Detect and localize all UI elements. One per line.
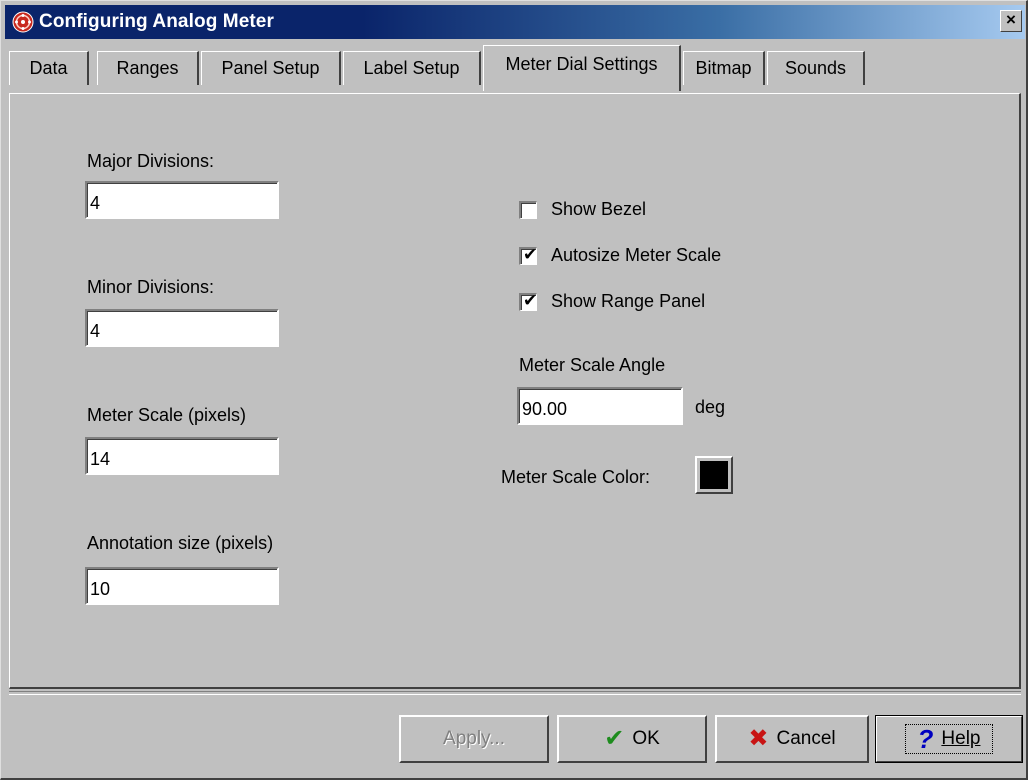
ok-label: OK: [632, 728, 660, 749]
focus-ring: ? Help: [904, 724, 994, 754]
checkbox-box[interactable]: [519, 200, 537, 219]
meter-scale-field[interactable]: [85, 437, 279, 475]
meter-scale-color-swatch[interactable]: [695, 456, 733, 494]
tab-label: Bitmap: [695, 58, 752, 78]
tab-ranges[interactable]: Ranges: [97, 51, 199, 85]
tab-label-setup[interactable]: Label Setup: [343, 51, 481, 85]
autosize-meter-scale-checkbox[interactable]: ✔ Autosize Meter Scale: [519, 245, 721, 266]
tab-label: Label Setup: [363, 58, 460, 78]
annotation-size-field[interactable]: [85, 567, 279, 605]
tab-bitmap[interactable]: Bitmap: [683, 51, 765, 85]
apply-label: Apply...: [443, 728, 505, 749]
checkmark-icon: ✔: [523, 290, 538, 310]
divider: [9, 691, 1021, 695]
tab-panel-setup[interactable]: Panel Setup: [201, 51, 341, 85]
tab-label: Sounds: [784, 58, 847, 78]
annotation-size-label: Annotation size (pixels): [87, 533, 274, 553]
help-label: Help: [941, 728, 981, 749]
tab-meter-dial-settings[interactable]: Meter Dial Settings: [483, 45, 681, 91]
meter-scale-angle-label: Meter Scale Angle: [519, 355, 666, 375]
meter-scale-color-label: Meter Scale Color:: [501, 467, 651, 487]
show-bezel-checkbox[interactable]: Show Bezel: [519, 199, 646, 220]
x-icon: ✖: [748, 725, 769, 752]
close-icon: ×: [1006, 10, 1016, 29]
checkmark-icon: ✔: [604, 725, 625, 752]
color-fill: [700, 461, 728, 489]
apply-button[interactable]: Apply...: [399, 715, 549, 763]
tab-label: Meter Dial Settings: [505, 54, 658, 74]
cancel-button[interactable]: ✖ Cancel: [715, 715, 869, 763]
checkbox-box[interactable]: ✔: [519, 290, 538, 311]
meter-scale-label: Meter Scale (pixels): [87, 405, 247, 425]
ok-button[interactable]: ✔ OK: [557, 715, 707, 763]
autosize-meter-scale-label: Autosize Meter Scale: [551, 245, 722, 265]
angle-unit-label: deg: [695, 397, 726, 417]
tab-label: Panel Setup: [221, 58, 320, 78]
tab-strip: Data Ranges Panel Setup Label Setup Mete…: [9, 45, 1021, 95]
cancel-label: Cancel: [776, 728, 836, 749]
analog-meter-app-icon: [12, 11, 34, 33]
help-button[interactable]: ? Help: [875, 715, 1023, 763]
checkbox-box[interactable]: ✔: [519, 244, 538, 265]
minor-divisions-label: Minor Divisions:: [87, 277, 215, 297]
show-range-panel-label: Show Range Panel: [551, 291, 706, 311]
dialog-window: Configuring Analog Meter × Data Ranges P…: [0, 0, 1028, 780]
question-mark-icon: ?: [917, 724, 934, 754]
meter-scale-angle-field[interactable]: [517, 387, 683, 425]
tab-data[interactable]: Data: [9, 51, 89, 85]
show-bezel-label: Show Bezel: [551, 199, 647, 219]
window-title: Configuring Analog Meter: [39, 11, 274, 32]
tab-label: Data: [29, 58, 68, 78]
close-button[interactable]: ×: [1000, 10, 1022, 32]
show-range-panel-checkbox[interactable]: ✔ Show Range Panel: [519, 291, 705, 312]
tab-sounds[interactable]: Sounds: [767, 51, 865, 85]
checkmark-icon: ✔: [523, 244, 538, 264]
title-bar[interactable]: Configuring Analog Meter ×: [5, 5, 1025, 39]
minor-divisions-field[interactable]: [85, 309, 279, 347]
tab-label: Ranges: [116, 58, 179, 78]
major-divisions-field[interactable]: [85, 181, 279, 219]
major-divisions-label: Major Divisions:: [87, 151, 215, 171]
